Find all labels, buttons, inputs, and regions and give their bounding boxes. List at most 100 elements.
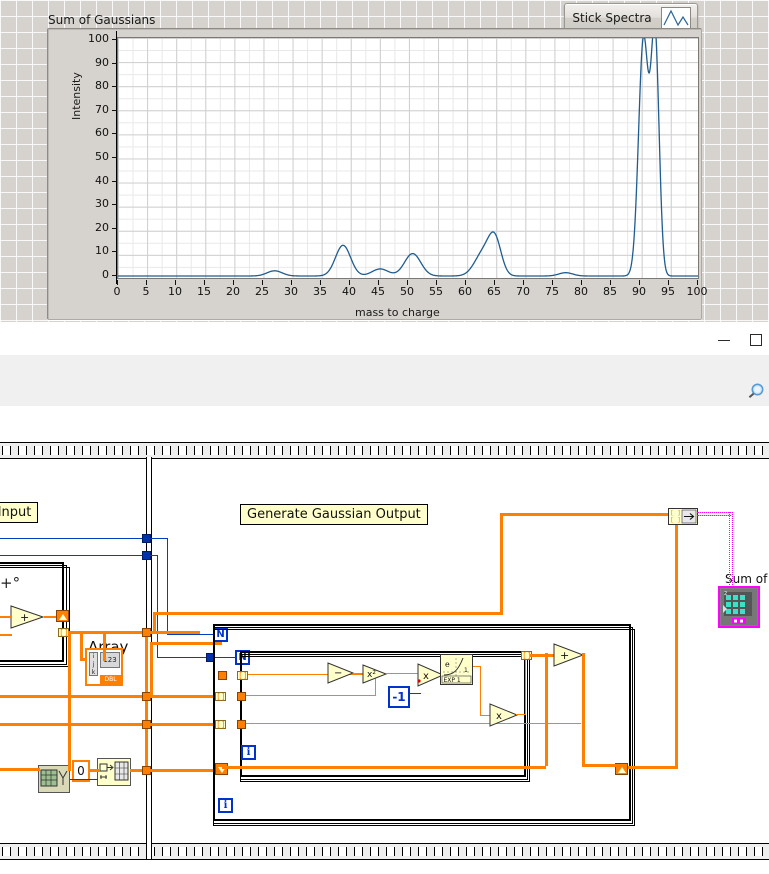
stick-spectra-button-label: Stick Spectra: [572, 11, 652, 25]
tunnel-outer-in3[interactable]: []: [215, 720, 226, 729]
wire-left-h1b: [150, 695, 222, 698]
content-gap: [0, 406, 769, 442]
svg-text:x: x: [496, 711, 502, 722]
wire-vert-join: [150, 644, 153, 698]
wire-pink-h: [697, 512, 731, 516]
x-tick-mark: [697, 280, 698, 285]
sum-of-gaussians-indicator[interactable]: 2: [718, 586, 760, 628]
outer-loop-shift-down[interactable]: [215, 763, 228, 775]
wire-in3-long: [246, 723, 581, 724]
menu-bar[interactable]: [0, 355, 769, 378]
structure-bottom-rail: [0, 843, 769, 860]
shift-register-up[interactable]: [56, 610, 69, 622]
minimize-icon[interactable]: [707, 330, 741, 350]
wire-bus-up: [153, 612, 156, 634]
x-tick-label: 30: [284, 285, 298, 298]
tunnel-outer-in1: [218, 671, 227, 680]
block-diagram[interactable]: sian Input Generate Gaussian Output Arra…: [0, 442, 769, 874]
add-function-icon-2[interactable]: +: [553, 642, 585, 668]
wire-blue-v1: [167, 538, 168, 635]
x-tick-label: 40: [342, 285, 356, 298]
index-array-icon[interactable]: [97, 758, 131, 786]
y-tick-label: 50: [95, 150, 109, 163]
y-tick-label: 80: [95, 79, 109, 93]
multiply-function-icon-2[interactable]: x: [489, 702, 519, 728]
wire-accum-to-shift: [582, 764, 622, 767]
subtract-function-icon[interactable]: −: [327, 662, 355, 684]
y-tick-label: 90: [95, 55, 109, 69]
wire-blue-top1: [0, 538, 150, 539]
x-tick-label: 15: [197, 285, 211, 298]
plot-area[interactable]: [117, 37, 699, 279]
y-tick-label: 10: [95, 244, 109, 258]
wire-main-vertical-bus: [145, 631, 148, 771]
loop-plus-marker: +°: [0, 574, 21, 592]
wire-shift-feedback: [545, 653, 548, 766]
x-tick-mark: [349, 280, 350, 285]
random-number-icon[interactable]: [38, 765, 70, 793]
x-tick-mark: [581, 280, 582, 285]
wire-const-to-mult: [410, 693, 421, 694]
x-tick-label: 25: [255, 285, 269, 298]
x-tick-mark: [552, 280, 553, 285]
search-icon[interactable]: [745, 381, 767, 403]
array-index-j: j: [92, 661, 95, 668]
x-tick-label: 75: [545, 285, 559, 298]
exp-e-glyph: e: [445, 660, 450, 669]
svg-text:1: 1: [464, 667, 468, 674]
minus-one-constant[interactable]: -1: [388, 686, 410, 708]
svg-text:[ ]: [ ]: [670, 517, 681, 524]
bundle-node-icon[interactable]: [ ] [ ]: [668, 508, 698, 525]
x-tick-mark: [407, 280, 408, 285]
tunnel-inner-in3: [237, 720, 246, 729]
window-chrome: [0, 322, 769, 442]
wire-pink-v: [729, 512, 733, 587]
wire-random-to-index: [70, 779, 98, 780]
x-tick-mark: [146, 280, 147, 285]
page-title: Sum of Gaussians: [48, 13, 156, 27]
x-tick-label: 85: [603, 285, 617, 298]
wire-h-join: [150, 642, 222, 645]
x-tick-mark: [639, 280, 640, 285]
wire-zero-out: [90, 769, 100, 772]
x-tick-label: 50: [400, 285, 414, 298]
front-panel: Sum of Gaussians Stick Spectra Intensity…: [0, 0, 769, 322]
tunnel-inner-in1[interactable]: []: [237, 671, 248, 680]
x-tick-label: 65: [487, 285, 501, 298]
x-tick-mark: [610, 280, 611, 285]
x-tick-mark: [668, 280, 669, 285]
x-tick-label: 80: [574, 285, 588, 298]
wire-random-in: [0, 768, 40, 771]
tunnel-outer-in2[interactable]: []: [215, 692, 226, 701]
y-tick-label: 70: [95, 102, 109, 116]
wire-bus-right1: [150, 631, 200, 634]
y-tick-label: 100: [88, 32, 109, 45]
wire-accum-down: [582, 653, 585, 766]
x-tick-mark: [436, 280, 437, 285]
y-tick-label: 60: [95, 126, 109, 140]
inner-loop-index-terminal[interactable]: i: [241, 745, 256, 760]
maximize-icon[interactable]: [739, 330, 769, 350]
waveform-glyph-icon: [661, 7, 691, 29]
tunnel-inner-in2: [237, 692, 246, 701]
x-tick-label: 5: [142, 285, 150, 298]
x-tick-label: 70: [516, 285, 530, 298]
wire-shift-in: [222, 766, 546, 769]
exponential-function-icon[interactable]: e 1 EXP 1: [440, 654, 473, 685]
wire-to-bundle: [500, 513, 675, 516]
square-function-icon[interactable]: x²: [362, 664, 388, 684]
wire-blue-h1: [167, 634, 217, 635]
wire-top-long: [153, 612, 503, 615]
add-function-icon[interactable]: +: [10, 605, 46, 629]
y-tick-label: 30: [95, 197, 109, 211]
wire-exp-down: [480, 666, 481, 716]
svg-text:+: +: [20, 611, 29, 624]
wire-left-h1: [0, 695, 150, 698]
generate-gaussian-output-label: Generate Gaussian Output: [240, 504, 428, 525]
title-bar: [0, 322, 769, 355]
x-tick-label: 95: [661, 285, 675, 298]
x-tick-mark: [378, 280, 379, 285]
tool-bar[interactable]: [0, 377, 769, 407]
outer-loop-index-terminal[interactable]: i: [218, 798, 233, 813]
data-curve: [118, 38, 698, 277]
